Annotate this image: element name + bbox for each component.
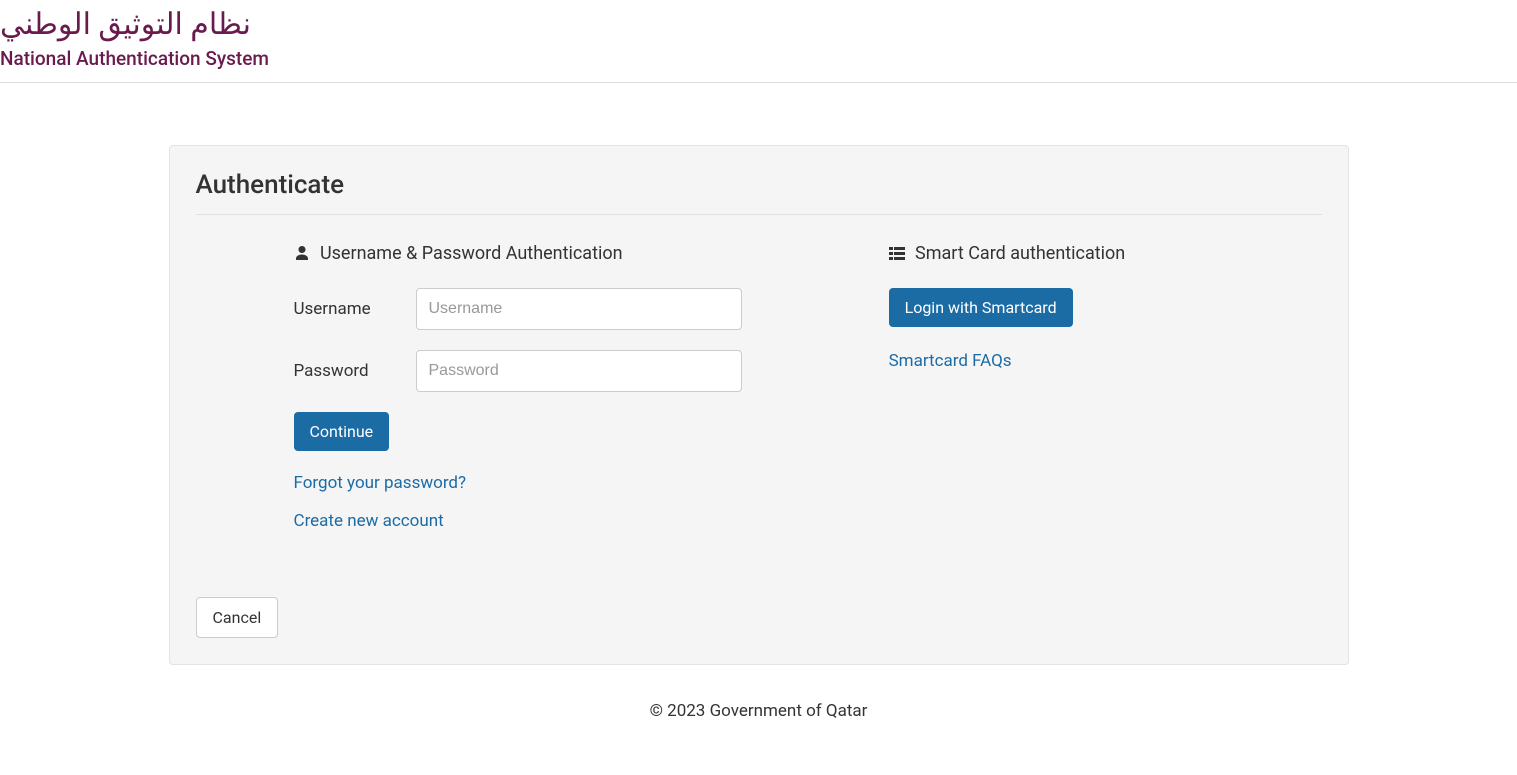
logo-arabic-text: نظام التوثيق الوطني (0, 8, 1517, 41)
create-account-link-wrap: Create new account (294, 511, 849, 531)
page-header: نظام التوثيق الوطني National Authenticat… (0, 0, 1517, 83)
password-row: Password (294, 350, 849, 392)
smartcard-faq-link[interactable]: Smartcard FAQs (889, 351, 1012, 371)
smartcard-section: Smart Card authentication Login with Sma… (889, 243, 1322, 549)
login-smartcard-button[interactable]: Login with Smartcard (889, 288, 1073, 327)
panel-title: Authenticate (196, 170, 1322, 215)
cancel-button[interactable]: Cancel (196, 597, 279, 638)
username-password-section: Username & Password Authentication Usern… (196, 243, 849, 549)
auth-columns: Username & Password Authentication Usern… (196, 243, 1322, 549)
forgot-password-link-wrap: Forgot your password? (294, 473, 849, 493)
userpass-section-title: Username & Password Authentication (294, 243, 849, 266)
logo-block: نظام التوثيق الوطني National Authenticat… (0, 8, 1517, 70)
smartcard-faq-link-wrap: Smartcard FAQs (889, 351, 1322, 371)
password-label: Password (294, 361, 416, 381)
username-label: Username (294, 299, 416, 319)
username-input[interactable] (416, 288, 742, 330)
list-icon (889, 245, 905, 266)
user-icon (294, 245, 310, 266)
copyright-text: © 2023 Government of Qatar (650, 701, 868, 721)
cancel-button-wrap: Cancel (196, 597, 1322, 638)
page-footer: © 2023 Government of Qatar (0, 701, 1517, 721)
auth-panel: Authenticate Username & Password Authent… (169, 145, 1349, 665)
create-account-link[interactable]: Create new account (294, 511, 444, 531)
username-row: Username (294, 288, 849, 330)
smartcard-section-title: Smart Card authentication (889, 243, 1322, 266)
smartcard-button-wrap: Login with Smartcard (889, 288, 1322, 327)
password-input[interactable] (416, 350, 742, 392)
userpass-section-title-text: Username & Password Authentication (320, 243, 623, 264)
forgot-password-link[interactable]: Forgot your password? (294, 473, 467, 493)
logo-english-text: National Authentication System (0, 47, 1517, 70)
continue-button[interactable]: Continue (294, 412, 390, 451)
continue-button-wrap: Continue (294, 412, 849, 451)
smartcard-section-title-text: Smart Card authentication (915, 243, 1125, 264)
